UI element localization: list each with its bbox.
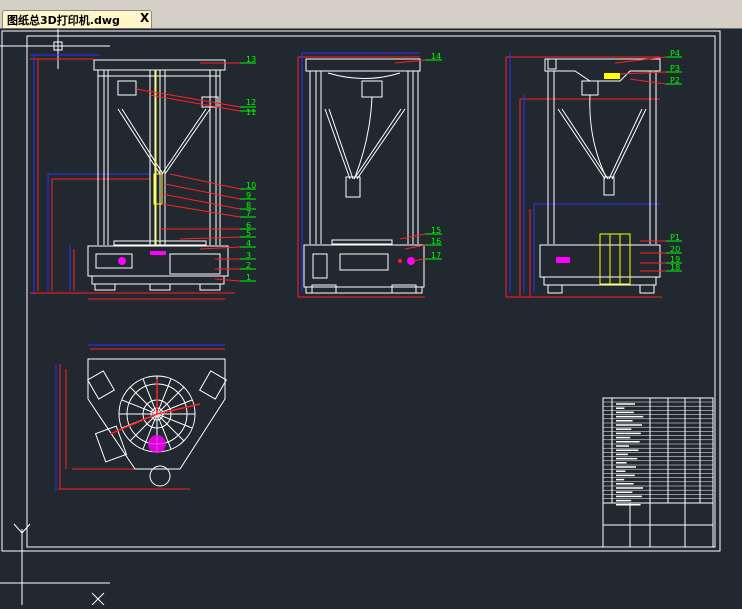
front-view (30, 54, 256, 300)
drawing-canvas[interactable]: 13 12 11 10 9 8 7 6 5 4 3 2 1 14 15 16 1… (0, 29, 742, 606)
balloon-label: 20 (670, 245, 680, 254)
tab-drawing-file[interactable]: 图纸总3D打印机.dwg X (2, 10, 152, 28)
balloon-label: 3 (246, 251, 251, 260)
balloon-label: 13 (246, 55, 256, 64)
balloon-label: P1 (670, 233, 680, 242)
balloon-label: 12 (246, 98, 256, 107)
balloon-label: 15 (431, 226, 441, 235)
balloon-label: 5 (246, 229, 251, 238)
document-tab-bar: 图纸总3D打印机.dwg X (0, 8, 742, 29)
balloon-label: P3 (670, 64, 680, 73)
bom-text-lines (616, 403, 644, 506)
balloon-label: 16 (431, 237, 441, 246)
balloon-label: 4 (246, 239, 251, 248)
balloon-label: P2 (670, 76, 680, 85)
balloon-label: 14 (431, 52, 441, 61)
balloon-label: 11 (246, 108, 256, 117)
ucs-icon (0, 523, 110, 606)
balloon-label: 1 (246, 273, 251, 282)
balloon-label: 10 (246, 181, 256, 190)
ucs-x-label: X (106, 600, 107, 602)
balloon-label: 18 (670, 263, 680, 272)
close-icon[interactable]: X (140, 11, 149, 25)
tab-title: 图纸总3D打印机.dwg (7, 14, 120, 27)
balloon-label: 2 (246, 261, 251, 270)
balloon-label: P4 (670, 49, 680, 58)
top-view (55, 344, 227, 491)
balloon-label: 9 (246, 191, 251, 200)
side-view (297, 52, 442, 298)
balloon-label: 7 (246, 209, 251, 218)
balloon-label: 17 (431, 251, 441, 260)
section-view (505, 53, 682, 298)
